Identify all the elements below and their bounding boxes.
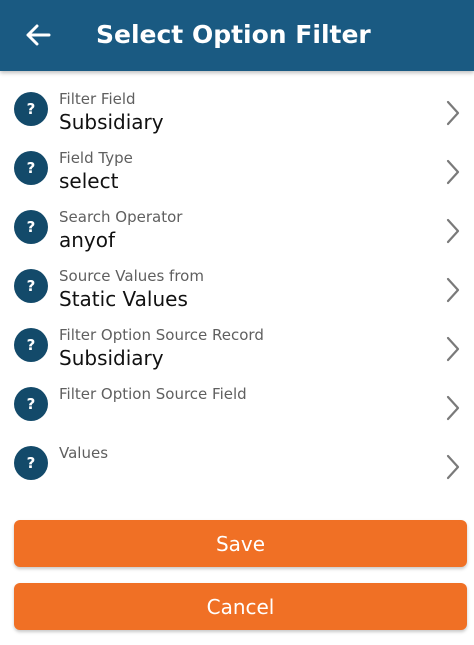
source-values-row[interactable]: ? Source Values from Static Values (0, 257, 474, 316)
chevron-right-icon (446, 454, 460, 480)
filter-field-row[interactable]: ? Filter Field Subsidiary (0, 80, 474, 139)
save-button[interactable]: Save (14, 520, 467, 567)
page-title: Select Option Filter (96, 20, 371, 49)
field-label: Field Type (59, 149, 133, 167)
chevron-right-icon (446, 336, 460, 362)
field-type-row[interactable]: ? Field Type select (0, 139, 474, 198)
field-value: Static Values (59, 287, 188, 311)
chevron-right-icon (446, 395, 460, 421)
values-row[interactable]: ? Values (0, 434, 474, 493)
field-value: anyof (59, 228, 116, 252)
field-label: Filter Field (59, 90, 136, 108)
arrow-left-icon (26, 24, 51, 46)
filter-option-source-record-row[interactable]: ? Filter Option Source Record Subsidiary (0, 316, 474, 375)
help-icon[interactable]: ? (14, 210, 48, 244)
field-label: Filter Option Source Field (59, 385, 247, 403)
chevron-right-icon (446, 159, 460, 185)
help-icon[interactable]: ? (14, 269, 48, 303)
back-button[interactable] (20, 17, 56, 53)
app-bar: Select Option Filter (0, 0, 474, 71)
field-label: Search Operator (59, 208, 183, 226)
help-icon[interactable]: ? (14, 92, 48, 126)
help-icon[interactable]: ? (14, 151, 48, 185)
help-icon[interactable]: ? (14, 328, 48, 362)
cancel-button[interactable]: Cancel (14, 583, 467, 630)
chevron-right-icon (446, 218, 460, 244)
field-label: Source Values from (59, 267, 204, 285)
filter-settings-list: ? Filter Field Subsidiary ? Field Type s… (0, 80, 474, 493)
chevron-right-icon (446, 100, 460, 126)
search-operator-row[interactable]: ? Search Operator anyof (0, 198, 474, 257)
field-label: Filter Option Source Record (59, 326, 264, 344)
help-icon[interactable]: ? (14, 446, 48, 480)
chevron-right-icon (446, 277, 460, 303)
field-value: Subsidiary (59, 110, 164, 134)
filter-option-source-field-row[interactable]: ? Filter Option Source Field (0, 375, 474, 434)
field-label: Values (59, 444, 109, 462)
field-value: Subsidiary (59, 346, 164, 370)
field-value: select (59, 169, 119, 193)
help-icon[interactable]: ? (14, 387, 48, 421)
